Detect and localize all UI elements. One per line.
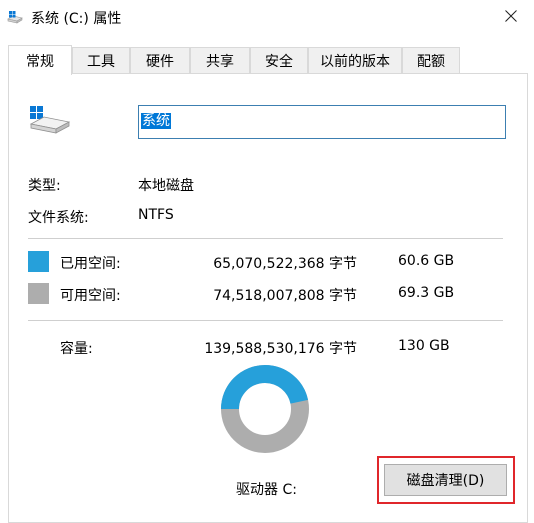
capacity-bytes: 139,588,530,176 字节 bbox=[204, 341, 357, 357]
tab-previous-versions[interactable]: 以前的版本 bbox=[308, 47, 402, 73]
drive-letter-label: 驱动器 C: bbox=[236, 482, 297, 498]
tab-strip: 常规 工具 硬件 共享 安全 以前的版本 配额 bbox=[8, 45, 528, 75]
tab-security[interactable]: 安全 bbox=[250, 47, 308, 73]
separator bbox=[28, 320, 503, 321]
used-space-size: 60.6 GB bbox=[398, 253, 455, 269]
tab-hardware[interactable]: 硬件 bbox=[130, 47, 190, 73]
hard-drive-icon bbox=[29, 106, 71, 134]
window-title: 系统 (C:) 属性 bbox=[31, 11, 122, 27]
capacity-size: 130 GB bbox=[398, 338, 450, 354]
used-space-label: 已用空间: bbox=[60, 256, 121, 272]
drive-name-value: 系统 bbox=[141, 113, 171, 129]
filesystem-value: NTFS bbox=[138, 207, 174, 223]
tab-general[interactable]: 常规 bbox=[8, 45, 72, 75]
tab-quota[interactable]: 配额 bbox=[402, 47, 460, 73]
type-value: 本地磁盘 bbox=[138, 178, 194, 194]
free-space-swatch bbox=[28, 283, 49, 304]
close-button[interactable] bbox=[488, 0, 534, 32]
free-space-label: 可用空间: bbox=[60, 288, 121, 304]
type-label: 类型: bbox=[28, 178, 61, 194]
drive-name-input[interactable]: 系统 bbox=[138, 105, 506, 139]
tab-tools[interactable]: 工具 bbox=[72, 47, 130, 73]
separator bbox=[28, 238, 503, 239]
capacity-label: 容量: bbox=[60, 341, 93, 357]
free-space-bytes: 74,518,007,808 字节 bbox=[213, 288, 357, 304]
used-space-bytes: 65,070,522,368 字节 bbox=[213, 256, 357, 272]
drive-icon bbox=[7, 11, 23, 24]
close-icon bbox=[505, 10, 517, 22]
disk-usage-donut bbox=[221, 365, 309, 453]
tab-sharing[interactable]: 共享 bbox=[190, 47, 250, 73]
free-space-size: 69.3 GB bbox=[398, 285, 455, 301]
filesystem-label: 文件系统: bbox=[28, 210, 89, 226]
used-space-swatch bbox=[28, 251, 49, 272]
disk-cleanup-label: 磁盘清理(D) bbox=[406, 473, 485, 489]
title-bar: 系统 (C:) 属性 bbox=[0, 0, 534, 34]
disk-cleanup-button[interactable]: 磁盘清理(D) bbox=[384, 464, 507, 496]
